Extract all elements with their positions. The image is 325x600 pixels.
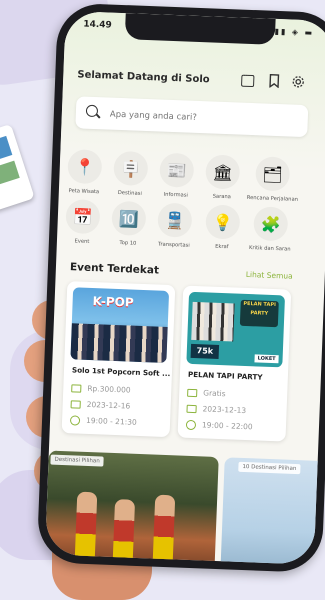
lightbulb-icon: 💡 — [205, 204, 241, 240]
train-icon: 🚆 — [157, 202, 193, 238]
itinerary-icon: 🗂 — [255, 156, 291, 192]
ticket-icon — [71, 384, 82, 393]
search-input[interactable] — [107, 103, 303, 133]
info-document-icon: 📰 — [159, 152, 195, 188]
gear-icon[interactable] — [291, 75, 306, 90]
status-time: 14.49 — [83, 19, 112, 31]
category-top-10[interactable]: 🔟 Top 10 — [103, 200, 155, 247]
event-card[interactable]: PELAN TAPI PARTY 75k LOKET PELAN TAPI PA… — [177, 285, 292, 442]
event-price: Gratis — [187, 388, 226, 398]
event-image: K-POP — [70, 287, 170, 363]
ticket-icon — [187, 388, 198, 398]
event-date: 2023-12-13 — [186, 404, 246, 415]
event-date: 2023-12-16 — [70, 399, 130, 411]
top10-badge-icon: 🔟 — [111, 200, 147, 237]
category-informasi[interactable]: 📰 Informasi — [151, 152, 203, 199]
status-icons: ▮▮ ◈ ▬ — [274, 26, 315, 38]
event-name: Solo 1st Popcorn Soft ... — [71, 365, 171, 379]
chat-icon[interactable] — [241, 74, 255, 88]
search-icon — [85, 104, 99, 118]
category-sarana[interactable]: 🏛 Sarana — [197, 154, 249, 201]
category-peta-wisata[interactable]: 📍 Peta Wisata — [59, 149, 111, 196]
clock-icon — [185, 419, 197, 431]
event-price: Rp.300.000 — [71, 383, 131, 395]
calendar-icon — [186, 404, 197, 414]
event-time: 19:00 - 22:00 — [185, 419, 253, 433]
category-event[interactable]: 📅 Event — [57, 198, 109, 246]
destination-label: Destinasi Pilihan — [50, 454, 105, 467]
section-title-events: Event Terdekat — [69, 261, 160, 277]
calendar-icon: 📅 — [65, 198, 101, 235]
event-time: 19:00 - 21:30 — [69, 415, 137, 428]
event-card[interactable]: K-POP Solo 1st Popcorn Soft ... Rp.300.0… — [61, 281, 176, 438]
category-ekraf[interactable]: 💡 Ekraf — [197, 204, 249, 251]
tablet-image — [0, 123, 35, 215]
bookmark-icon[interactable] — [267, 74, 282, 89]
puzzle-icon: 🧩 — [253, 206, 289, 242]
category-kritik-dan-saran[interactable]: 🧩 Kritik dan Saran — [245, 206, 297, 253]
phone-frame: 14.49 ▮▮ ◈ ▬ Selamat Datang di Solo 📍 Pe… — [36, 2, 325, 574]
clock-icon — [69, 415, 81, 426]
signpost-icon: 🪧 — [113, 150, 149, 187]
destination-card[interactable] — [44, 450, 219, 565]
calendar-icon — [70, 400, 81, 409]
app-screen: 14.49 ▮▮ ◈ ▬ Selamat Datang di Solo 📍 Pe… — [44, 10, 325, 565]
event-name: PELAN TAPI PARTY — [187, 369, 263, 382]
destination-card[interactable] — [220, 457, 325, 565]
see-all-link[interactable]: Lihat Semua — [246, 270, 293, 281]
category-transportasi[interactable]: 🚆 Transportasi — [149, 202, 201, 249]
map-icon: 📍 — [67, 149, 103, 185]
building-icon: 🏛 — [205, 154, 241, 190]
event-image: PELAN TAPI PARTY 75k LOKET — [186, 291, 286, 368]
category-rencana-perjalanan[interactable]: 🗂 Rencana Perjalanan — [247, 156, 299, 203]
category-destinasi[interactable]: 🪧 Destinasi — [105, 150, 157, 197]
